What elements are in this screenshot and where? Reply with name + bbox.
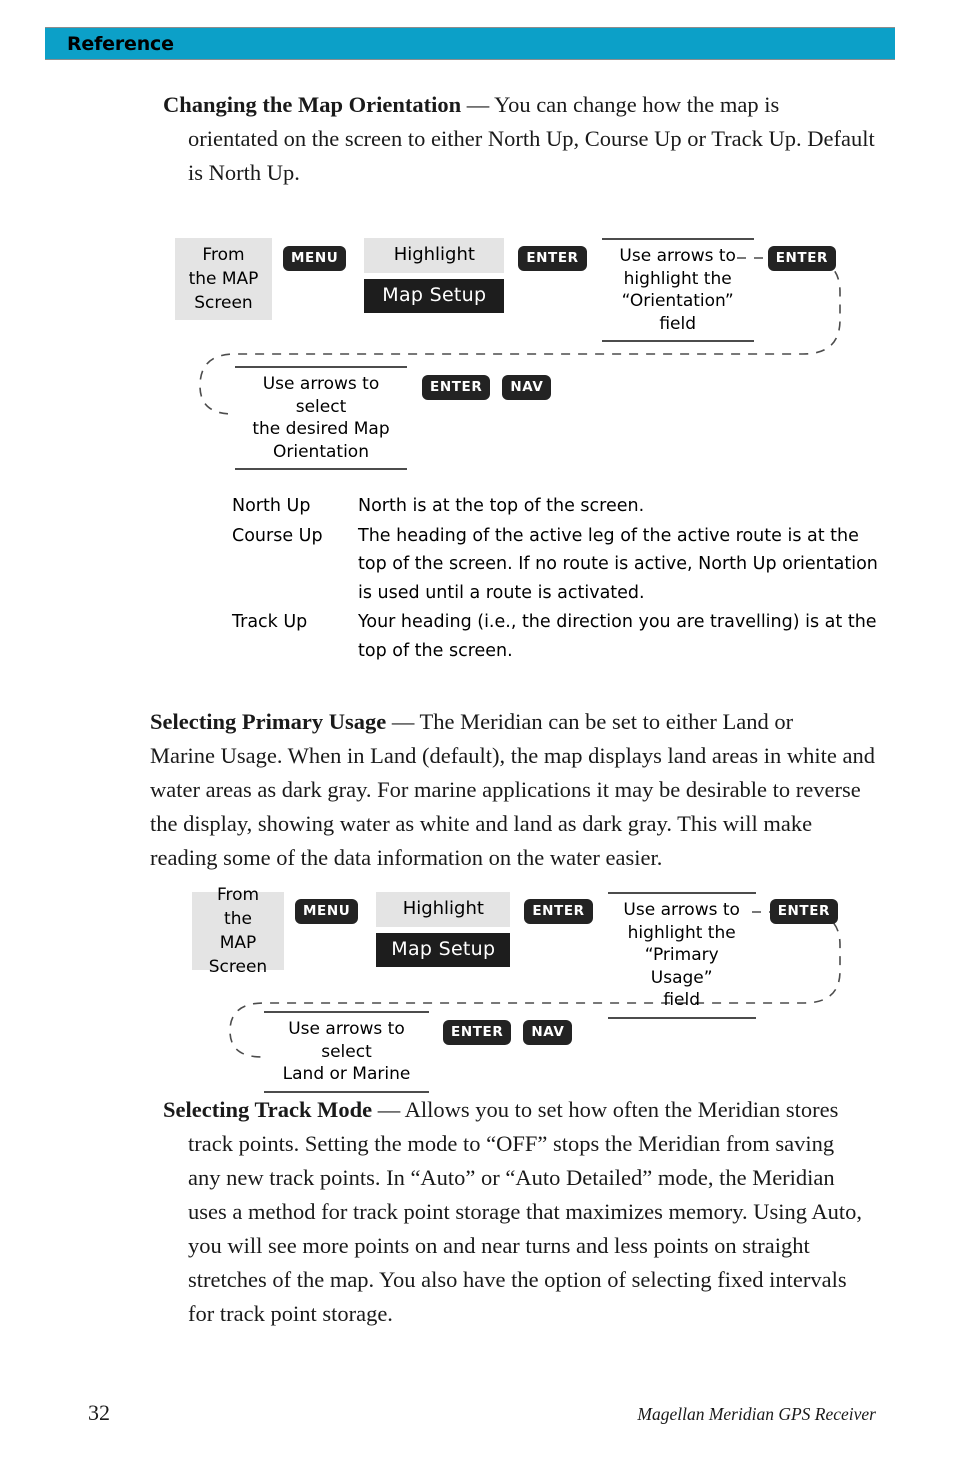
key-enter-button-1[interactable]: ENTER [518,246,587,271]
paragraph-track-mode: Selecting Track Mode — Allows you to set… [163,1093,868,1331]
key-menu-button[interactable]: MENU [283,246,347,271]
page-canvas: Reference Changing the Map Orientation —… [0,0,954,1475]
heading-map-orientation: Changing the Map Orientation [163,92,462,117]
flow-highlight-group: Highlight Map Setup [364,238,505,313]
flow-highlight-label: Highlight [376,892,511,927]
list-item: North Up North is at the top of the scre… [232,492,892,521]
option-description: Your heading (i.e., the direction you ar… [358,612,877,661]
orientation-options-list: North Up North is at the top of the scre… [232,492,892,666]
page-title: Reference [67,32,174,55]
flow-start-block: From the MAP Screen [175,238,272,320]
option-term: Track Up [232,612,308,632]
key-nav-button[interactable]: NAV [502,375,552,400]
track-mode-body: track points. Setting the mode to “OFF” … [188,1131,863,1326]
flow-menu-item-map-setup[interactable]: Map Setup [376,933,511,967]
map-orientation-line1: You can change how the map is [494,92,780,117]
key-enter-button-2[interactable]: ENTER [767,246,837,271]
heading-track-mode: Selecting Track Mode [163,1097,373,1122]
flow-diagram-primary-usage: From the MAP Screen MENU Highlight Map S… [192,885,872,1093]
paragraph-map-orientation: Changing the Map Orientation — You can c… [163,88,875,190]
track-mode-line1: Allows you to set how often the Meridian… [404,1097,839,1122]
list-item: Course Up The heading of the active leg … [232,522,892,608]
primary-usage-line1: The Meridian can be set to either Land o… [419,709,794,734]
key-enter-button-3[interactable]: ENTER [422,375,491,400]
option-term: Course Up [232,525,323,546]
em-dash-3: — [372,1097,405,1122]
flow-instruction-select-land-marine: Use arrows to select Land or Marine [264,1011,429,1093]
key-enter-button-2[interactable]: ENTER [769,899,839,924]
footer-page-number: 32 [88,1400,110,1425]
flow-row-1: From the MAP Screen MENU Highlight Map S… [192,885,839,1019]
primary-usage-body: Marine Usage. When in Land (default), th… [150,743,875,870]
flow-row-2: Use arrows to select Land or Marine ENTE… [264,1011,573,1093]
option-description: The heading of the active leg of the act… [358,525,878,603]
flow-highlight-label: Highlight [364,238,505,273]
key-menu-button[interactable]: MENU [295,899,359,924]
em-dash-1: — [461,92,495,117]
map-orientation-body: orientated on the screen to either North… [188,126,875,185]
flow-start-block: From the MAP Screen [192,885,284,977]
heading-primary-usage: Selecting Primary Usage [150,709,387,734]
flow-row-1: From the MAP Screen MENU Highlight Map S… [175,238,837,342]
flow-instruction-highlight-orientation: Use arrows to highlight the “Orientation… [601,238,754,342]
section-header-band: Reference [45,27,895,60]
option-term: North Up [232,496,311,516]
flow-instruction-select-orientation: Use arrows to select the desired Map Ori… [235,366,407,470]
key-nav-button[interactable]: NAV [523,1020,573,1045]
flow-instruction-highlight-primary-usage: Use arrows to highlight the “Primary Usa… [607,892,756,1019]
option-description: North is at the top of the screen. [358,496,645,516]
flow-menu-item-map-setup[interactable]: Map Setup [364,279,505,313]
flow-diagram-map-orientation: From the MAP Screen MENU Highlight Map S… [175,230,875,470]
flow-highlight-group: Highlight Map Setup [376,892,511,967]
list-item: Track Up Your heading (i.e., the directi… [232,608,892,665]
key-enter-button-1[interactable]: ENTER [524,899,593,924]
flow-row-2: Use arrows to select the desired Map Ori… [235,366,552,470]
key-enter-button-3[interactable]: ENTER [443,1020,512,1045]
footer-product-note: Magellan Meridian GPS Receiver [637,1404,876,1424]
em-dash-2: — [386,709,420,734]
paragraph-primary-usage: Selecting Primary Usage — The Meridian c… [150,705,878,875]
